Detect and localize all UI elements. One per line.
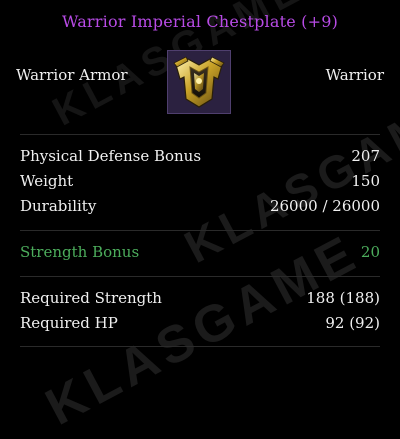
requirement-row-hp: Required HP 92 (92) [20,314,380,336]
stat-label: Durability [20,197,97,215]
item-tooltip: KLASGAME KLASGAME KLASGAME Warrior Imper… [0,0,400,439]
item-class: Warrior [325,66,384,84]
stat-value: 150 [351,172,380,190]
bonus-value: 20 [360,243,380,261]
stat-row-weight: Weight 150 [20,172,380,194]
chestplate-icon [167,50,231,114]
item-name: Warrior Imperial Chestplate (+9) [61,12,339,31]
divider [20,346,380,347]
requirement-row-strength: Required Strength 188 (188) [20,289,380,311]
stat-row-physical-defense: Physical Defense Bonus 207 [20,147,380,169]
divider [20,276,380,277]
item-header: Warrior Armor Warrior [0,50,400,114]
stat-row-strength-bonus: Strength Bonus 20 [20,243,380,265]
stat-row-durability: Durability 26000 / 26000 [20,197,380,219]
stat-value: 207 [351,147,380,165]
stat-label: Weight [20,172,74,190]
requirement-value: 188 (188) [306,289,380,307]
requirement-value: 92 (92) [325,314,380,332]
bonus-label: Strength Bonus [20,243,140,261]
stat-value: 26000 / 26000 [269,197,380,215]
requirement-label: Required Strength [20,289,162,307]
stat-label: Physical Defense Bonus [20,147,202,165]
requirement-label: Required HP [20,314,118,332]
divider [20,134,380,135]
divider [20,230,380,231]
item-type: Warrior Armor [16,66,128,84]
